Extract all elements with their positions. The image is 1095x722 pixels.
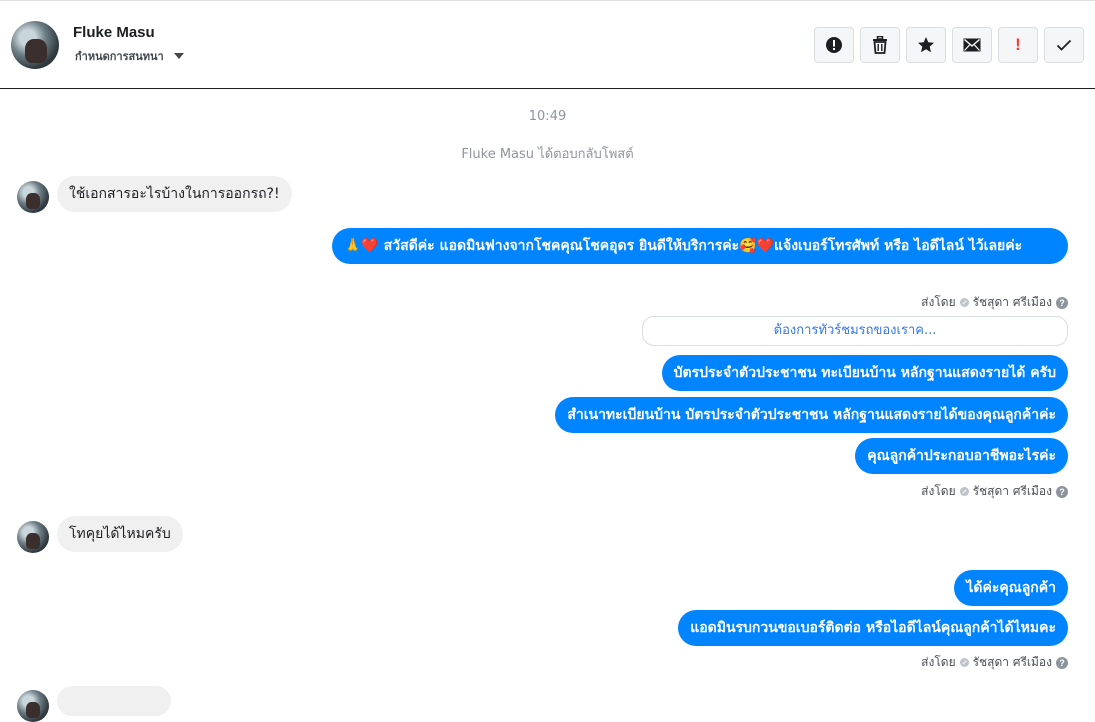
mark-important-button[interactable]: ! — [998, 27, 1038, 63]
envelope-icon — [963, 38, 981, 52]
help-icon[interactable]: ? — [1056, 485, 1068, 498]
page-badge-icon — [959, 487, 969, 496]
sent-by-info: ส่งโดย รัชสุดา ศรีเมือง ? — [921, 293, 1068, 312]
outgoing-message[interactable]: คุณลูกค้าประกอบอาชีพอะไรค่ะ — [855, 438, 1068, 474]
sender-avatar[interactable] — [17, 521, 49, 553]
quick-reply-button[interactable]: ต้องการทัวร์ชมรถของเราค... — [642, 316, 1068, 346]
page-badge-icon — [959, 298, 969, 307]
outgoing-message[interactable]: สำเนาทะเบียนบ้าน บัตรประจำตัวประชาชน หลั… — [555, 397, 1068, 433]
check-icon — [1056, 39, 1072, 51]
sender-name: รัชสุดา ศรีเมือง — [972, 655, 1052, 669]
contact-name[interactable]: Fluke Masu — [73, 24, 155, 41]
caret-down-icon — [173, 53, 184, 59]
mark-done-button[interactable] — [1044, 27, 1084, 63]
incoming-message[interactable]: ใช้เอกสารอะไรบ้างในการออกรถ?! — [57, 176, 292, 212]
sent-by-label: ส่งโดย — [921, 655, 956, 669]
conversation-header: Fluke Masu กำหนดการสนทนา ! — [0, 0, 1095, 89]
report-button[interactable] — [814, 27, 854, 63]
sender-name: รัชสุดา ศรีเมือง — [972, 295, 1052, 309]
sender-avatar[interactable] — [17, 181, 49, 213]
help-icon[interactable]: ? — [1056, 296, 1068, 309]
outgoing-message[interactable]: แอดมินรบกวนขอเบอร์ติดต่อ หรือไอดีไลน์คุณ… — [678, 610, 1068, 646]
trash-icon — [873, 36, 887, 54]
conversation-settings-dropdown[interactable]: กำหนดการสนทนา — [75, 47, 184, 65]
star-button[interactable] — [906, 27, 946, 63]
message-timestamp: 10:49 — [528, 109, 567, 124]
contact-avatar[interactable] — [11, 21, 59, 69]
important-icon: ! — [1015, 35, 1021, 54]
sender-avatar[interactable] — [17, 690, 49, 722]
outgoing-message-text: สวัสดีค่ะ แอดมินฟางจากโชคคุณโชคอุดร ยินด… — [383, 238, 1023, 254]
help-icon[interactable]: ? — [1056, 656, 1068, 669]
sent-by-label: ส่งโดย — [921, 295, 956, 309]
conversation-settings-label: กำหนดการสนทนา — [75, 50, 164, 63]
outgoing-message[interactable]: บัตรประจำตัวประชาชน ทะเบียนบ้าน หลักฐานแ… — [661, 355, 1068, 391]
mark-unread-button[interactable] — [952, 27, 992, 63]
sent-by-info: ส่งโดย รัชสุดา ศรีเมือง ? — [921, 653, 1068, 672]
star-icon — [918, 37, 934, 53]
emoji-prefix: 🙏❤️ — [344, 238, 379, 254]
system-note: Fluke Masu ได้ตอบกลับโพสต์ — [461, 147, 634, 162]
outgoing-message[interactable]: 🙏❤️ สวัสดีค่ะ แอดมินฟางจากโชคคุณโชคอุดร … — [332, 228, 1068, 264]
delete-button[interactable] — [860, 27, 900, 63]
report-icon — [826, 37, 842, 53]
incoming-message-partial[interactable] — [57, 686, 171, 716]
outgoing-message[interactable]: ได้ค่ะคุณลูกค้า — [954, 570, 1068, 606]
sent-by-info: ส่งโดย รัชสุดา ศรีเมือง ? — [921, 482, 1068, 501]
sender-name: รัชสุดา ศรีเมือง — [972, 484, 1052, 498]
sent-by-label: ส่งโดย — [921, 484, 956, 498]
conversation-toolbar: ! — [814, 27, 1084, 63]
page-badge-icon — [959, 658, 969, 667]
incoming-message[interactable]: โทคุยได้ไหมครับ — [57, 516, 183, 552]
